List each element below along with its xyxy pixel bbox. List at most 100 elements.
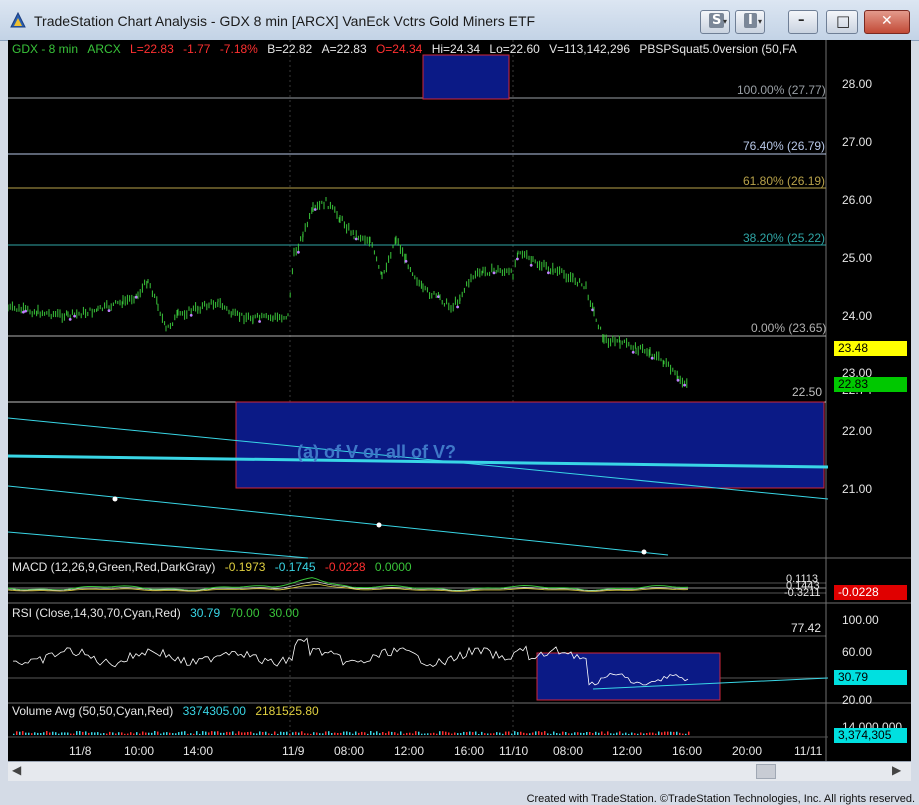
fib-label-0: 0.00% (23.65) — [751, 321, 827, 335]
volume-bar — [682, 733, 684, 735]
header-percent: -7.18% — [219, 42, 258, 56]
chart-area[interactable]: GDX - 8 min ARCX L=22.83 -1.77 -7.18% B=… — [8, 40, 911, 763]
volume-bar — [184, 731, 186, 735]
volume-bar — [241, 732, 243, 735]
volume-bar — [91, 732, 93, 735]
volume-bar — [109, 731, 111, 735]
time-tick: 11/11 — [794, 744, 823, 758]
volume-bar — [424, 733, 426, 735]
volume-bar — [496, 732, 498, 735]
scroll-thumb[interactable] — [756, 764, 776, 779]
volume-bar — [388, 731, 390, 735]
signal-dot — [73, 314, 76, 318]
volume-bar — [88, 732, 90, 735]
indicator-button[interactable]: I ▾ — [735, 10, 765, 34]
volume-bar — [508, 731, 510, 735]
rsi-axis-tick: 77.42 — [791, 621, 822, 635]
volume-value-2: 2181525.80 — [255, 704, 319, 718]
rsi-box[interactable] — [536, 652, 721, 701]
volume-bar — [367, 733, 369, 735]
volume-bar — [55, 732, 57, 735]
target-box-upper[interactable] — [422, 54, 510, 100]
volume-bar — [79, 731, 81, 735]
volume-bar — [457, 733, 459, 735]
volume-bar — [301, 731, 303, 735]
signal-dot — [529, 263, 533, 267]
horizontal-scrollbar[interactable]: ◀ ▶ — [8, 761, 911, 781]
time-tick: 14:00 — [183, 744, 214, 758]
volume-bar — [238, 731, 240, 735]
macd-title: MACD (12,26,9,Green,Red,DarkGray) — [12, 560, 216, 574]
volume-bar — [622, 733, 624, 735]
volume-bar — [565, 732, 567, 735]
volume-bar — [478, 734, 480, 735]
volume-bar — [568, 733, 570, 735]
volume-bar — [34, 732, 36, 735]
trendline-anchor[interactable] — [641, 549, 647, 555]
maximize-button[interactable]: □ — [826, 10, 858, 34]
volume-bar — [148, 732, 150, 735]
volume-bar — [628, 733, 630, 735]
volume-bar — [364, 732, 366, 735]
volume-bar — [397, 733, 399, 735]
volume-bar — [679, 732, 681, 735]
volume-bar — [46, 731, 48, 735]
volume-bar — [73, 733, 75, 735]
signal-dot — [189, 313, 193, 317]
volume-bar — [409, 732, 411, 735]
volume-bar — [415, 731, 417, 735]
volume-bar — [484, 733, 486, 735]
volume-bar — [616, 732, 618, 735]
volume-bar — [604, 733, 606, 735]
scroll-right-arrow-icon[interactable]: ▶ — [892, 763, 901, 777]
volume-bar — [481, 731, 483, 735]
volume-bar — [16, 731, 18, 735]
signal-dot — [313, 208, 317, 211]
volume-bar — [244, 732, 246, 735]
volume-bar — [190, 733, 192, 735]
volume-bar — [133, 733, 135, 735]
volume-bar — [547, 733, 549, 735]
volume-bar — [217, 731, 219, 735]
volume-bar — [304, 733, 306, 735]
trendline-anchor[interactable] — [376, 522, 382, 528]
volume-bar — [19, 731, 21, 735]
rsi-header: RSI (Close,14,30,70,Cyan,Red) 30.79 70.0… — [12, 606, 299, 620]
price-tick: 27.00 — [842, 135, 873, 149]
volume-bar — [268, 733, 270, 735]
volume-bar — [487, 733, 489, 735]
volume-bar — [394, 732, 396, 735]
volume-bar — [355, 731, 357, 735]
volume-bar — [58, 733, 60, 735]
volume-bar — [499, 732, 501, 735]
volume-bar — [61, 732, 63, 735]
close-button[interactable]: ✕ — [864, 10, 910, 34]
trendline-anchor[interactable] — [112, 496, 118, 502]
volume-bar — [520, 731, 522, 735]
macd-value-3: -0.0228 — [324, 560, 366, 574]
fib-label-764: 76.40% (26.79) — [743, 139, 826, 153]
macd-value-1: -0.1973 — [224, 560, 266, 574]
volume-bar — [490, 733, 492, 735]
volume-bar — [673, 731, 675, 735]
minimize-button[interactable]: – — [788, 10, 818, 34]
close-icon: ✕ — [881, 13, 893, 29]
volume-bar — [262, 732, 264, 735]
volume-bar — [625, 732, 627, 735]
wave-annotation[interactable]: (a) of V or all of V? — [297, 442, 456, 463]
signal-dot — [404, 259, 408, 263]
macd-line[interactable] — [8, 577, 689, 592]
volume-bar — [13, 733, 15, 735]
strategy-button[interactable]: S ▾ — [700, 10, 730, 34]
volume-bar — [28, 732, 30, 735]
volume-bar — [535, 731, 537, 735]
scroll-left-arrow-icon[interactable]: ◀ — [12, 763, 21, 777]
volume-bar — [196, 731, 198, 735]
title-bar[interactable]: TradeStation Chart Analysis - GDX 8 min … — [0, 0, 919, 41]
volume-bar — [601, 731, 603, 735]
app-window: TradeStation Chart Analysis - GDX 8 min … — [0, 0, 919, 805]
rsi-axis-tick: 60.00 — [842, 645, 873, 659]
volume-bars[interactable] — [13, 731, 690, 736]
volume-bar — [346, 731, 348, 735]
signal-dot — [134, 295, 138, 299]
